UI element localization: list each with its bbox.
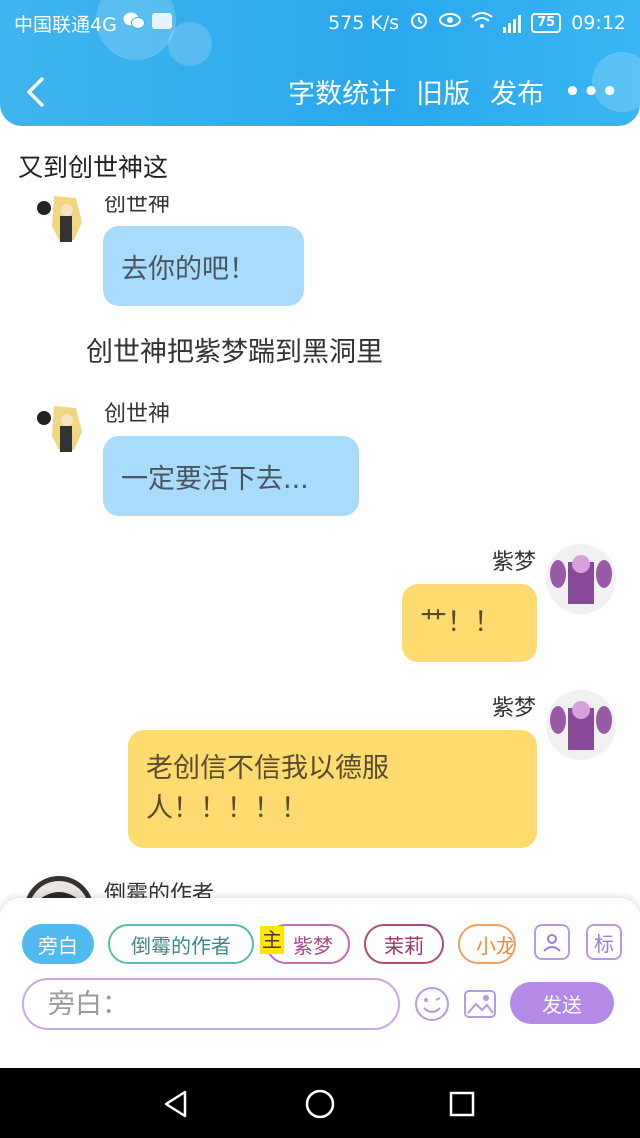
wechat-icon <box>123 12 145 36</box>
message-bubble[interactable]: 去你的吧！ <box>103 226 304 306</box>
message-input[interactable] <box>48 988 398 1020</box>
carrier-label: 中国联通4G <box>14 14 117 36</box>
message-line: 人！！！！！ <box>146 793 308 824</box>
more-icon[interactable]: ••• <box>564 77 620 107</box>
tag-button[interactable]: 标 <box>586 924 622 960</box>
speaker-name: 倒霉的作者 <box>104 882 215 900</box>
send-button[interactable]: 发送 <box>510 982 614 1024</box>
eye-icon <box>439 12 462 34</box>
nav-recents-icon[interactable] <box>446 1088 478 1120</box>
avatar-zimeng[interactable] <box>546 690 616 760</box>
old-version-button[interactable]: 旧版 <box>416 72 470 111</box>
speaker-name: 紫梦 <box>491 696 536 721</box>
alarm-icon <box>409 10 429 36</box>
chat-area[interactable]: 创世神 去你的吧！ 创世神把紫梦踹到黑洞里 创世神 一定要活下去... 紫梦 艹… <box>0 196 640 900</box>
network-speed: 575 K/s <box>328 12 400 34</box>
nav-home-icon[interactable] <box>304 1088 336 1120</box>
status-bar: 中国联通4G 575 K/s 75 09:12 <box>0 0 640 44</box>
avatar-creator-god[interactable] <box>24 196 94 256</box>
profile-icon[interactable] <box>534 924 570 960</box>
role-chip-narrator[interactable]: 旁白 <box>22 924 94 964</box>
back-button[interactable] <box>16 70 56 114</box>
image-icon[interactable] <box>462 986 498 1022</box>
composer-panel: 旁白 倒霉的作者 紫梦 主 茉莉 小龙 标 发送 <box>0 898 640 1068</box>
role-chip[interactable]: 小龙 <box>458 924 516 964</box>
nav-back-icon[interactable] <box>160 1088 192 1120</box>
publish-button[interactable]: 发布 <box>490 72 544 111</box>
speaker-name: 创世神 <box>104 196 171 217</box>
message-bubble[interactable]: 一定要活下去... <box>103 436 359 516</box>
host-tag: 主 <box>260 926 284 954</box>
role-chip[interactable]: 茉莉 <box>364 924 444 964</box>
avatar-zimeng[interactable] <box>546 544 616 614</box>
battery-indicator: 75 <box>531 13 562 33</box>
emoji-icon[interactable] <box>414 986 450 1022</box>
role-chip-label: 紫梦 <box>293 933 333 958</box>
speaker-name: 创世神 <box>104 402 171 427</box>
speaker-name: 紫梦 <box>491 550 536 575</box>
system-nav-bar <box>0 1068 640 1138</box>
role-chip[interactable]: 倒霉的作者 <box>108 924 254 964</box>
story-title: 又到创世神这 <box>18 153 169 182</box>
chevron-left-icon <box>27 77 44 107</box>
message-input-box[interactable] <box>22 978 400 1030</box>
signal-icon <box>503 13 522 33</box>
avatar-creator-god[interactable] <box>24 396 94 466</box>
message-bubble[interactable]: 老创信不信我以德服 人！！！！！ <box>128 730 537 848</box>
nav-bar: 字数统计 旧版 发布 ••• <box>0 62 640 122</box>
avatar-unlucky-author[interactable] <box>24 876 94 900</box>
word-count-button[interactable]: 字数统计 <box>288 72 396 111</box>
clock: 09:12 <box>571 12 626 34</box>
app-header: 中国联通4G 575 K/s 75 09:12 字数统计 旧版 发布 ••• <box>0 0 640 126</box>
wifi-icon <box>471 11 493 35</box>
message-bubble[interactable]: 艹！！ <box>402 584 537 662</box>
hms-icon <box>151 12 173 36</box>
narration-text[interactable]: 创世神把紫梦踹到黑洞里 <box>86 330 383 369</box>
message-line: 老创信不信我以德服 <box>146 753 389 784</box>
